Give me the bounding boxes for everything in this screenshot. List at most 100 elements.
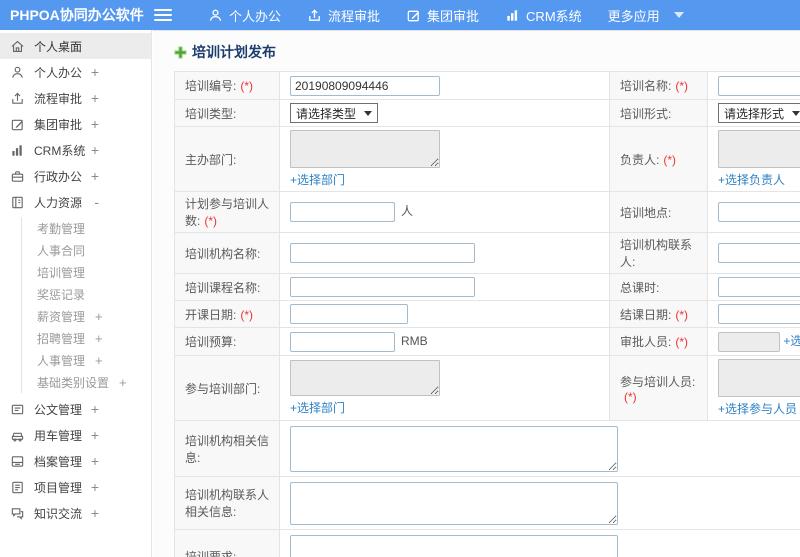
plan-count-label: 计划参与培训人数: (*) <box>174 191 280 233</box>
plan-count-unit: 人 <box>401 204 414 219</box>
training-form-select[interactable]: 请选择形式 <box>718 103 800 123</box>
sidebar-item-knowledge[interactable]: 知识交流 + <box>0 500 151 526</box>
app-logo: PHPOA协同办公软件 <box>10 7 144 23</box>
chart-icon <box>505 8 520 23</box>
select-arrow-icon <box>364 110 373 116</box>
course-name-label: 培训课程名称: <box>174 273 280 301</box>
requirement-label: 培训要求: <box>174 529 280 557</box>
join-dept-textarea[interactable] <box>290 360 440 396</box>
location-input[interactable] <box>718 202 800 222</box>
sidebar-item-official-docs[interactable]: 公文管理 + <box>0 396 151 422</box>
select-dept-link[interactable]: +选择部门 <box>290 171 345 188</box>
user-icon <box>10 65 25 80</box>
join-dept-label: 参与培训部门: <box>174 355 280 421</box>
nav-group-approval[interactable]: 集团审批 <box>406 6 479 25</box>
hr-submenu: 考勤管理 人事合同 培训管理 奖惩记录 薪资管理 + 招聘管理 + 人事管理 + 基础… <box>21 217 151 393</box>
edit-icon <box>406 8 421 23</box>
join-staff-label: 参与培训人员:(*) <box>609 355 708 421</box>
nav-personal-office[interactable]: 个人办公 <box>208 6 281 25</box>
org-info-label: 培训机构相关信息: <box>174 420 280 477</box>
course-name-input[interactable] <box>290 277 475 297</box>
host-dept-textarea[interactable] <box>290 130 440 168</box>
org-contact-label: 培训机构联系人: <box>609 232 708 274</box>
user-icon <box>208 8 223 23</box>
select-join-dept-link[interactable]: +选择部门 <box>290 399 345 416</box>
briefcase-icon <box>10 169 25 184</box>
budget-unit: RMB <box>401 333 428 348</box>
join-staff-textarea[interactable] <box>718 359 800 397</box>
approver-input[interactable] <box>718 331 780 352</box>
host-dept-label: 主办部门: <box>174 126 280 192</box>
home-icon <box>10 39 25 54</box>
org-contact-input[interactable] <box>718 243 800 263</box>
training-type-select[interactable]: 请选择类型 <box>290 103 379 123</box>
caret-down-icon <box>673 12 684 18</box>
total-hours-label: 总课时: <box>609 273 708 301</box>
plan-count-input[interactable] <box>290 202 395 222</box>
training-form-label: 培训形式: <box>609 99 708 127</box>
main-content: 培训计划发布 培训编号:(*) 培训名称:(*) 培训类型: 请选择类型 培训形… <box>153 30 800 557</box>
sidebar-item-projects[interactable]: 项目管理 + <box>0 474 151 500</box>
leader-textarea[interactable] <box>718 130 800 168</box>
select-arrow-icon <box>792 110 800 116</box>
select-join-staff-link[interactable]: +选择参与人员 <box>718 400 797 417</box>
training-type-label: 培训类型: <box>174 99 280 127</box>
sidebar-subitem-rewards[interactable]: 奖惩记录 <box>22 283 151 305</box>
sidebar-item-human-resources[interactable]: 人力资源 - <box>0 189 151 215</box>
menu-icon[interactable] <box>154 9 172 21</box>
requirement-textarea[interactable] <box>290 534 618 557</box>
sidebar-subitem-training[interactable]: 培训管理 <box>22 261 151 283</box>
total-hours-input[interactable] <box>718 277 800 297</box>
select-approver-link[interactable]: +选择审批人员 <box>783 334 800 348</box>
sidebar-item-group-approval[interactable]: 集团审批 + <box>0 111 151 137</box>
location-label: 培训地点: <box>609 191 708 233</box>
sidebar-subitem-recruitment[interactable]: 招聘管理 + <box>22 327 151 349</box>
select-leader-link[interactable]: +选择负责人 <box>718 171 785 188</box>
edit-icon <box>10 117 25 132</box>
sidebar-item-crm-system[interactable]: CRM系统 + <box>0 137 151 163</box>
sidebar-subitem-personnel[interactable]: 人事管理 + <box>22 349 151 371</box>
end-date-input[interactable] <box>718 304 800 324</box>
sidebar-item-vehicle[interactable]: 用车管理 + <box>0 422 151 448</box>
top-bar: PHPOA协同办公软件 个人办公 流程审批 集团审批 CRM系统 更多应用 <box>0 0 800 30</box>
sidebar-item-personal-office[interactable]: 个人办公 + <box>0 59 151 85</box>
upload-icon <box>307 8 322 23</box>
sidebar-item-personal-desktop[interactable]: 个人桌面 <box>0 33 151 59</box>
chat-icon <box>10 506 25 521</box>
org-name-input[interactable] <box>290 243 475 263</box>
nav-workflow-approval[interactable]: 流程审批 <box>307 6 380 25</box>
training-no-label: 培训编号: (*) <box>174 71 280 100</box>
sidebar-subitem-base-category[interactable]: 基础类别设置 + <box>22 371 151 393</box>
sidebar: 个人桌面 个人办公 + 流程审批 + 集团审批 + CRM系统 + 行政办公 + <box>0 30 152 557</box>
start-date-label: 开课日期: (*) <box>174 300 280 328</box>
end-date-label: 结课日期: (*) <box>609 300 708 328</box>
upload-icon <box>10 91 25 106</box>
sidebar-subitem-salary[interactable]: 薪资管理 + <box>22 305 151 327</box>
sidebar-subitem-hr-contract[interactable]: 人事合同 <box>22 239 151 261</box>
training-plan-form: 培训编号:(*) 培训名称:(*) 培训类型: 请选择类型 培训形式: 请选择形… <box>174 71 800 557</box>
budget-input[interactable] <box>290 331 395 352</box>
sidebar-subitem-attendance[interactable]: 考勤管理 <box>22 217 151 239</box>
nav-more-apps[interactable]: 更多应用 <box>608 6 684 25</box>
training-name-label: 培训名称: (*) <box>609 71 708 100</box>
sidebar-item-archives[interactable]: 档案管理 + <box>0 448 151 474</box>
nav-crm-system[interactable]: CRM系统 <box>505 6 582 25</box>
book-icon <box>10 195 25 210</box>
org-info-textarea[interactable] <box>290 425 618 472</box>
approver-label: 审批人员: (*) <box>609 327 708 356</box>
training-no-input[interactable] <box>290 75 440 96</box>
archive-icon <box>10 454 25 469</box>
car-icon <box>10 428 25 443</box>
training-name-input[interactable] <box>718 75 800 96</box>
org-contact-info-textarea[interactable] <box>290 481 618 525</box>
clipboard-icon <box>10 480 25 495</box>
document-icon <box>10 402 25 417</box>
sidebar-item-workflow-approval[interactable]: 流程审批 + <box>0 85 151 111</box>
leader-label: 负责人: (*) <box>609 126 708 192</box>
start-date-input[interactable] <box>290 304 408 324</box>
org-name-label: 培训机构名称: <box>174 232 280 274</box>
page-title: 培训计划发布 <box>174 42 800 62</box>
org-contact-info-label: 培训机构联系人相关信息: <box>174 476 280 530</box>
budget-label: 培训预算: <box>174 327 280 356</box>
sidebar-item-admin-office[interactable]: 行政办公 + <box>0 163 151 189</box>
